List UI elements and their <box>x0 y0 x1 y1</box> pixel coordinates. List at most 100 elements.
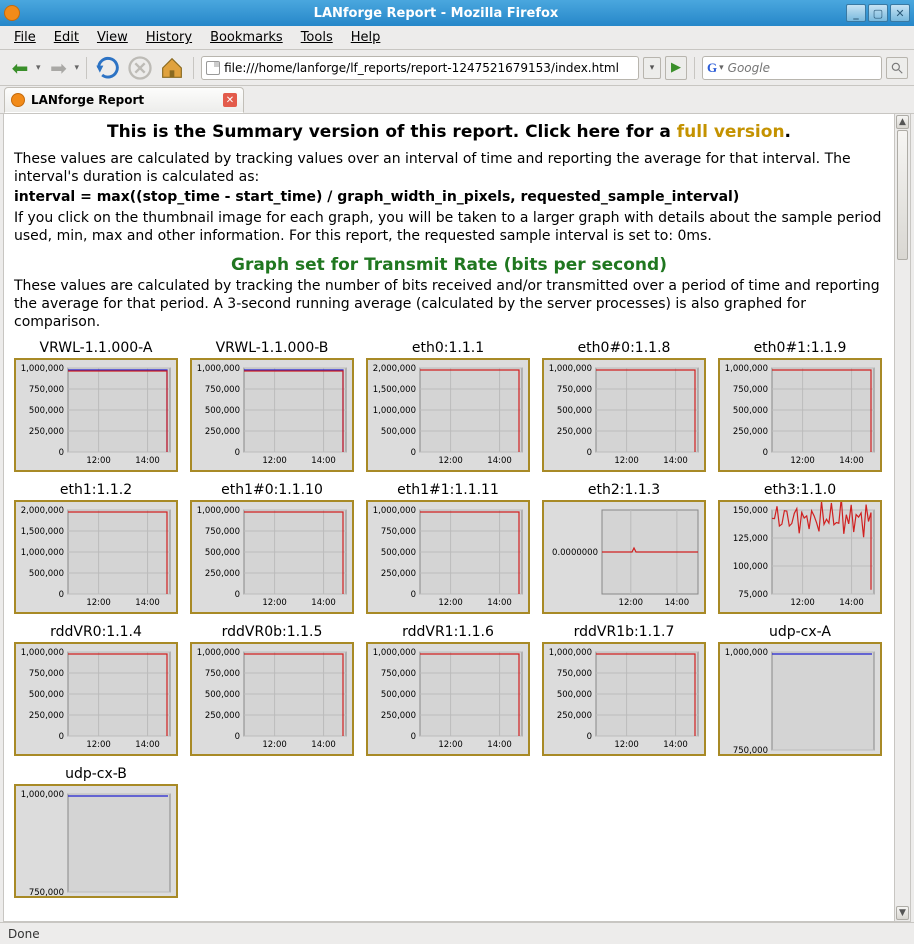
svg-text:0: 0 <box>235 448 240 458</box>
svg-text:12:00: 12:00 <box>86 740 111 750</box>
svg-text:12:00: 12:00 <box>438 456 463 466</box>
svg-text:12:00: 12:00 <box>619 598 644 608</box>
chart-thumbnail[interactable]: 1,000,000750,000500,000250,000012:0014:0… <box>14 358 178 472</box>
chart-thumbnail[interactable]: 1,000,000750,000500,000250,000012:0014:0… <box>190 500 354 614</box>
svg-text:500,000: 500,000 <box>557 690 592 700</box>
chart-title: rddVR1b:1.1.7 <box>542 624 706 640</box>
chart-title: rddVR0:1.1.4 <box>14 624 178 640</box>
svg-text:750,000: 750,000 <box>205 669 240 679</box>
window-maximize-button[interactable]: ▢ <box>868 4 888 22</box>
menu-bookmarks[interactable]: Bookmarks <box>202 28 291 47</box>
url-bar[interactable] <box>201 56 639 80</box>
svg-text:14:00: 14:00 <box>487 456 512 466</box>
window-close-button[interactable]: ✕ <box>890 4 910 22</box>
menu-edit[interactable]: Edit <box>46 28 87 47</box>
forward-button[interactable]: ➡ <box>45 54 73 82</box>
chart-title: eth2:1.1.3 <box>542 482 706 498</box>
chart-thumbnail[interactable]: 1,000,000750,000500,000250,000012:0014:0… <box>718 358 882 472</box>
chart-cell: eth3:1.1.0150,000125,000100,00075,00012:… <box>718 482 882 614</box>
svg-text:14:00: 14:00 <box>311 598 336 608</box>
menu-help[interactable]: Help <box>343 28 389 47</box>
svg-text:12:00: 12:00 <box>262 456 287 466</box>
home-icon <box>158 54 186 82</box>
menu-history[interactable]: History <box>138 28 200 47</box>
svg-text:14:00: 14:00 <box>663 456 688 466</box>
svg-text:750,000: 750,000 <box>205 385 240 395</box>
chart-thumbnail[interactable]: 1,000,000750,000500,000250,000012:0014:0… <box>542 642 706 756</box>
google-icon: G <box>707 60 717 76</box>
chart-thumbnail[interactable]: 1,000,000750,000 <box>14 784 178 898</box>
url-input[interactable] <box>224 61 634 75</box>
svg-text:14:00: 14:00 <box>135 456 160 466</box>
svg-text:500,000: 500,000 <box>205 406 240 416</box>
scroll-down-button[interactable]: ▼ <box>896 906 909 920</box>
back-button[interactable]: ⬅ <box>6 54 34 82</box>
svg-text:0: 0 <box>59 448 64 458</box>
separator <box>86 57 87 79</box>
svg-text:1,000,000: 1,000,000 <box>197 506 240 516</box>
menu-view[interactable]: View <box>89 28 136 47</box>
full-version-link[interactable]: full version <box>677 122 785 142</box>
back-history-caret[interactable]: ▾ <box>36 63 41 73</box>
menu-tools[interactable]: Tools <box>293 28 341 47</box>
search-input[interactable] <box>728 61 877 75</box>
chart-cell: rddVR1:1.1.61,000,000750,000500,000250,0… <box>366 624 530 756</box>
status-text: Done <box>8 927 40 941</box>
intro-paragraph: These values are calculated by tracking … <box>14 150 884 186</box>
chart-cell: rddVR0b:1.1.51,000,000750,000500,000250,… <box>190 624 354 756</box>
chart-thumbnail[interactable]: 1,000,000750,000500,000250,000012:0014:0… <box>14 642 178 756</box>
chart-thumbnail[interactable]: 1,000,000750,000500,000250,000012:0014:0… <box>190 358 354 472</box>
search-engine-caret[interactable]: ▾ <box>719 63 724 73</box>
svg-text:750,000: 750,000 <box>733 385 768 395</box>
go-arrow-icon: ▶ <box>671 60 681 75</box>
fwd-history-caret[interactable]: ▾ <box>75 63 80 73</box>
svg-text:100,000: 100,000 <box>733 562 768 572</box>
svg-text:14:00: 14:00 <box>487 740 512 750</box>
chart-thumbnail[interactable]: 1,000,000750,000500,000250,000012:0014:0… <box>190 642 354 756</box>
svg-text:12:00: 12:00 <box>262 598 287 608</box>
svg-text:1,000,000: 1,000,000 <box>725 648 768 658</box>
svg-text:1,000,000: 1,000,000 <box>21 364 64 374</box>
chart-thumbnail[interactable]: 0.000000012:0014:00 <box>542 500 706 614</box>
tab-active[interactable]: LANforge Report ✕ <box>4 87 244 113</box>
svg-text:0: 0 <box>411 590 416 600</box>
svg-text:250,000: 250,000 <box>29 711 64 721</box>
menu-file[interactable]: File <box>6 28 44 47</box>
svg-text:500,000: 500,000 <box>733 406 768 416</box>
window-minimize-button[interactable]: _ <box>846 4 866 22</box>
window-title: LANforge Report - Mozilla Firefox <box>26 6 846 21</box>
scroll-up-button[interactable]: ▲ <box>896 115 909 129</box>
reload-button[interactable] <box>94 54 122 82</box>
svg-text:0: 0 <box>235 590 240 600</box>
svg-text:14:00: 14:00 <box>311 456 336 466</box>
svg-text:2,000,000: 2,000,000 <box>373 364 416 374</box>
arrow-right-icon: ➡ <box>50 56 67 80</box>
search-bar[interactable]: G▾ <box>702 56 882 80</box>
chart-thumbnail[interactable]: 150,000125,000100,00075,00012:0014:00 <box>718 500 882 614</box>
svg-text:1,000,000: 1,000,000 <box>373 406 416 416</box>
chart-thumbnail[interactable]: 2,000,0001,500,0001,000,000500,000012:00… <box>366 358 530 472</box>
chart-thumbnail[interactable]: 2,000,0001,500,0001,000,000500,000012:00… <box>14 500 178 614</box>
home-button[interactable] <box>158 54 186 82</box>
chart-thumbnail[interactable]: 1,000,000750,000500,000250,000012:0014:0… <box>366 500 530 614</box>
search-button[interactable] <box>886 57 908 79</box>
go-button[interactable]: ▶ <box>665 56 687 80</box>
chart-title: VRWL-1.1.000-A <box>14 340 178 356</box>
scroll-thumb[interactable] <box>897 130 908 260</box>
chart-thumbnail[interactable]: 1,000,000750,000500,000250,000012:0014:0… <box>542 358 706 472</box>
chart-thumbnail[interactable]: 1,000,000 750,000 <box>718 642 882 756</box>
close-tab-button[interactable]: ✕ <box>223 93 237 107</box>
chart-thumbnail[interactable]: 1,000,000750,000500,000250,000012:0014:0… <box>366 642 530 756</box>
formula-text: interval = max((stop_time - start_time) … <box>14 188 884 206</box>
svg-text:0: 0 <box>235 732 240 742</box>
vertical-scrollbar[interactable]: ▲ ▼ <box>894 114 910 921</box>
svg-text:1,000,000: 1,000,000 <box>725 364 768 374</box>
url-history-dropdown[interactable]: ▾ <box>643 57 661 79</box>
svg-text:250,000: 250,000 <box>381 569 416 579</box>
svg-text:12:00: 12:00 <box>438 598 463 608</box>
stop-button[interactable] <box>126 54 154 82</box>
svg-text:750,000: 750,000 <box>733 746 768 754</box>
svg-text:0: 0 <box>587 732 592 742</box>
chart-cell: eth0#1:1.1.91,000,000750,000500,000250,0… <box>718 340 882 472</box>
svg-text:250,000: 250,000 <box>557 711 592 721</box>
